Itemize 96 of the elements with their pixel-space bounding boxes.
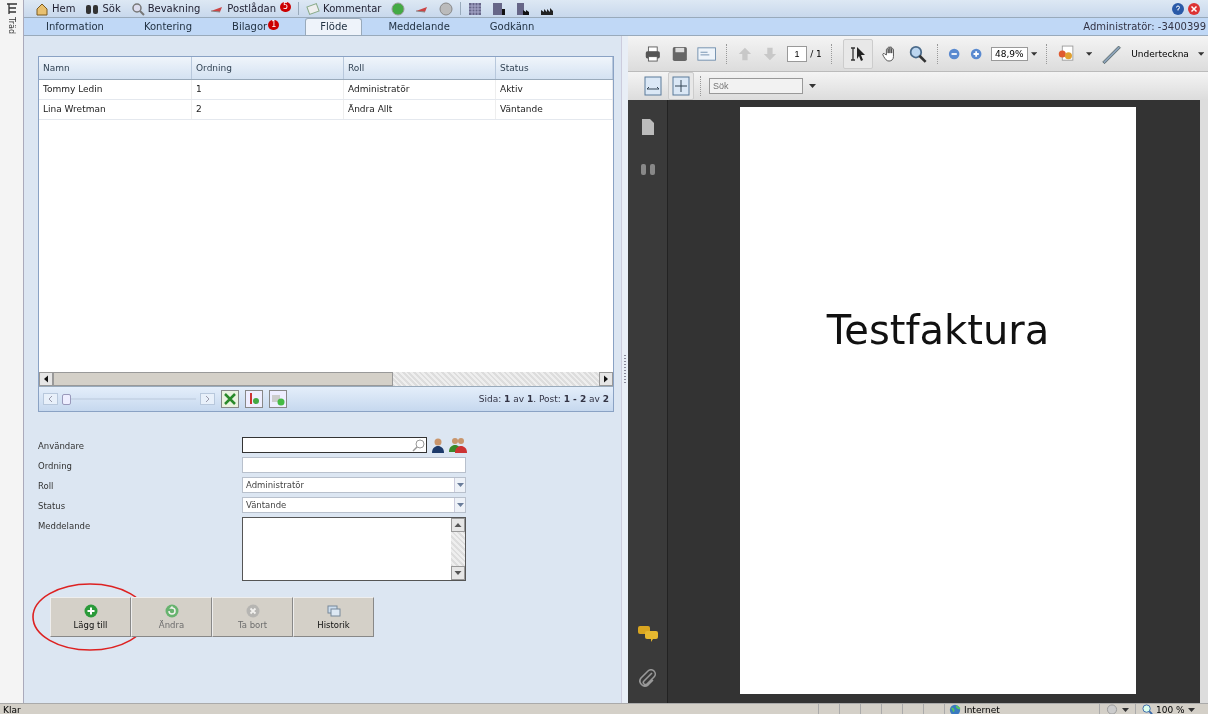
search-field[interactable]: Sök — [709, 78, 803, 94]
toolbar-button[interactable]: Postlådan 5 — [207, 1, 295, 16]
column-header[interactable]: Roll — [344, 57, 496, 79]
tree-icon[interactable] — [5, 3, 18, 15]
toolbar-button[interactable]: Bevakning — [127, 1, 204, 16]
email-icon[interactable] — [697, 44, 717, 63]
table-cell: 1 — [192, 80, 344, 99]
fit-width-icon[interactable] — [644, 76, 662, 96]
zoom-in-icon[interactable] — [969, 46, 982, 61]
table-cell: Aktiv — [496, 80, 613, 99]
delete-icon — [245, 604, 260, 618]
pages-icon[interactable] — [640, 118, 655, 136]
table-cell: Väntande — [496, 100, 613, 119]
caret-icon[interactable] — [1030, 51, 1037, 56]
grid-person-icon[interactable] — [492, 1, 507, 16]
select-tool-button[interactable] — [842, 38, 873, 69]
plus-icon — [83, 604, 98, 618]
grid-icon[interactable] — [468, 1, 483, 16]
dropdown-field[interactable]: Administratör — [242, 477, 466, 493]
table-cell: Lina Wretman — [39, 100, 192, 119]
help-icon[interactable] — [1172, 2, 1184, 15]
scroll-right-icon[interactable] — [599, 372, 613, 386]
fit-page-button[interactable] — [668, 72, 694, 100]
status-text: Klar — [2, 704, 21, 714]
sign-button[interactable]: Underteckna — [1131, 48, 1189, 59]
user-icon[interactable] — [431, 437, 445, 453]
vertical-scrollbar[interactable] — [1200, 100, 1208, 703]
tab[interactable]: Flöde — [305, 18, 363, 35]
print-icon[interactable] — [644, 43, 662, 64]
paperclip-icon[interactable] — [638, 669, 657, 689]
field-label: Användare — [38, 440, 85, 451]
scroll-down-icon[interactable] — [451, 566, 465, 580]
zoom-out-icon[interactable] — [948, 46, 961, 61]
document-title: Testfaktura — [826, 307, 1050, 355]
toolbar-button[interactable]: Hem — [32, 1, 79, 16]
caret-icon[interactable] — [1122, 707, 1129, 712]
table-cell: 2 — [192, 100, 344, 119]
field-label: Ordning — [38, 460, 73, 471]
column-header[interactable]: Status — [496, 57, 613, 79]
tab[interactable]: Information — [32, 18, 118, 35]
field-label: Status — [38, 500, 67, 511]
toolbar-button[interactable]: Sök — [82, 1, 124, 16]
report-export-icon[interactable] — [245, 390, 263, 408]
comments-icon[interactable] — [636, 625, 659, 643]
caret-icon[interactable] — [809, 84, 816, 88]
house-icon[interactable] — [35, 1, 49, 16]
page-slider[interactable] — [62, 393, 196, 405]
field-label: Roll — [38, 480, 55, 491]
text-area[interactable] — [242, 517, 466, 581]
tab[interactable]: Meddelande — [374, 18, 464, 35]
fit-page-icon — [672, 76, 690, 96]
count-badge: 5 — [280, 1, 292, 12]
globe-icon — [949, 703, 961, 714]
table-cell: Tommy Ledin — [39, 80, 192, 99]
page-total: / 1 — [810, 48, 822, 59]
count-badge: 1 — [268, 20, 280, 30]
caret-icon[interactable] — [1197, 51, 1205, 56]
sphere-icon[interactable] — [439, 1, 454, 16]
magnifier-icon[interactable] — [130, 1, 145, 16]
close-icon[interactable] — [1188, 2, 1200, 15]
ball-icon[interactable] — [391, 1, 406, 16]
caret-icon[interactable] — [1187, 707, 1195, 712]
user-label: Administratör: -3400399 — [1082, 21, 1207, 34]
search-field[interactable] — [242, 437, 427, 453]
add-row-icon[interactable] — [269, 390, 287, 408]
refresh-icon — [164, 604, 179, 618]
text-field[interactable] — [242, 457, 466, 473]
search-icon[interactable] — [412, 438, 426, 452]
zoom-level[interactable]: 100 % — [1156, 704, 1185, 714]
zoom-icon[interactable] — [1142, 704, 1153, 714]
windows-icon — [326, 604, 341, 618]
paging-info: Sida: 1 av 1. Post: 1 - 2 av 2 — [478, 394, 609, 404]
scrollbar-thumb[interactable] — [53, 372, 393, 386]
field-label: Meddelande — [38, 520, 92, 531]
tab[interactable]: Kontering — [129, 18, 207, 35]
security-zone: Internet — [964, 704, 1000, 714]
table-cell: Administratör — [344, 80, 496, 99]
action-button[interactable]: Lägg till — [50, 597, 131, 637]
tree-label[interactable]: Träd — [7, 17, 16, 34]
dropdown-field[interactable]: Väntande — [242, 497, 466, 513]
tab[interactable]: Godkänn — [475, 18, 549, 35]
column-header[interactable]: Ordning — [192, 57, 344, 79]
toolbar-button[interactable]: Kommentar — [303, 1, 385, 16]
column-header[interactable]: Namn — [39, 57, 192, 79]
scroll-up-icon[interactable] — [451, 518, 465, 532]
grid-factory-icon[interactable] — [516, 1, 531, 16]
scroll-left-icon[interactable] — [39, 372, 53, 386]
caret-icon[interactable] — [1085, 51, 1093, 56]
table-cell: Ändra Allt — [344, 100, 496, 119]
people-icon[interactable] — [1057, 43, 1077, 64]
tab[interactable]: Bilagor 1 — [218, 18, 294, 35]
excel-export-icon[interactable] — [221, 390, 239, 408]
group-icon[interactable] — [449, 437, 467, 453]
action-button[interactable]: Historik — [293, 597, 374, 637]
page-number-field[interactable]: 1 — [787, 45, 808, 62]
zoom-field[interactable]: 48,9% — [990, 46, 1028, 61]
